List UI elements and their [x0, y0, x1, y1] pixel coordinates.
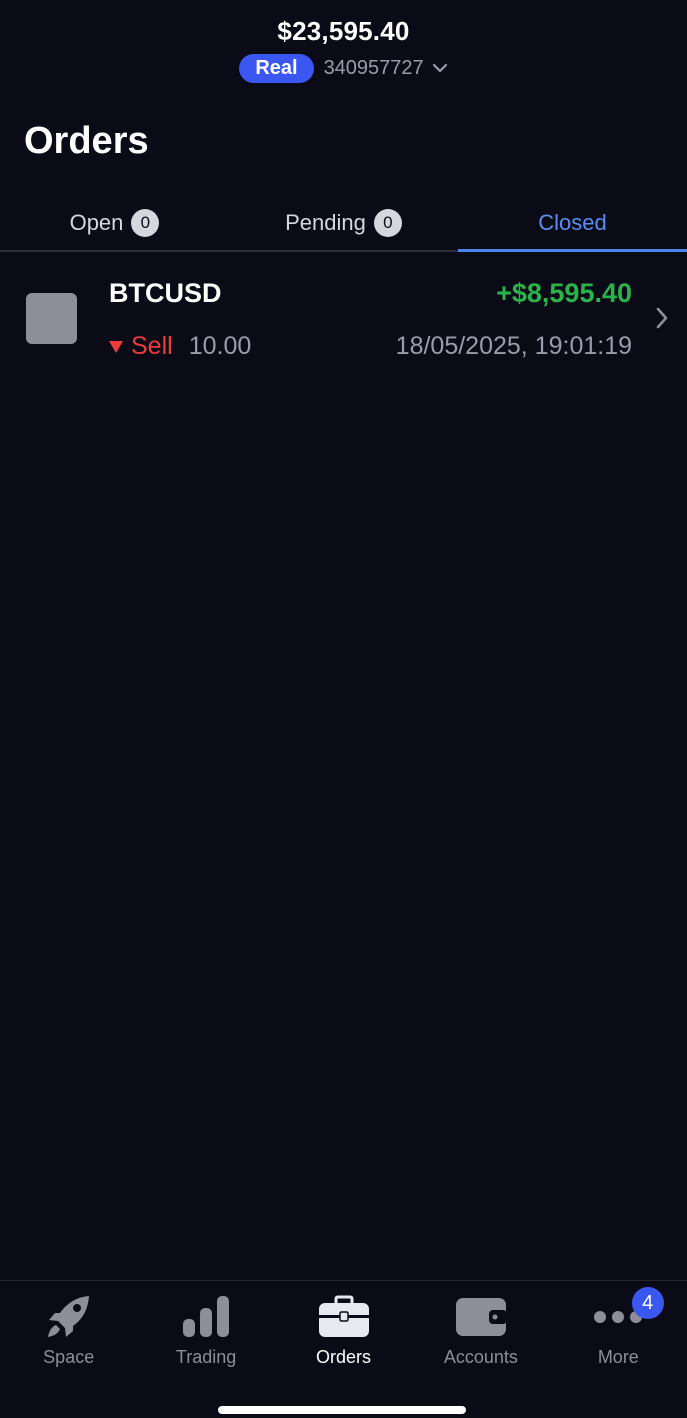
nav-label-more: More: [597, 1347, 639, 1367]
nav-item-trading[interactable]: Trading: [137, 1281, 274, 1418]
account-type-badge[interactable]: Real: [239, 53, 314, 83]
wallet-icon: [453, 1293, 509, 1341]
briefcase-icon: [316, 1293, 372, 1341]
order-side-volume: Sell 10.00: [109, 332, 251, 361]
account-balance: $23,595.40: [277, 16, 410, 46]
order-volume: 10.00: [188, 332, 252, 360]
nav-item-orders[interactable]: Orders: [275, 1281, 412, 1418]
tab-pending-count-badge: 0: [373, 209, 402, 237]
rocket-icon: [41, 1293, 97, 1341]
bar-chart-icon: [178, 1293, 234, 1341]
tab-pending[interactable]: Pending 0: [229, 196, 458, 250]
tab-open-label: Open: [69, 210, 124, 235]
nav-item-space[interactable]: Space: [0, 1281, 137, 1418]
account-switcher[interactable]: 340957727: [324, 57, 448, 80]
sell-down-triangle-icon: [109, 340, 123, 353]
more-notification-badge: 4: [631, 1287, 664, 1319]
bottom-navigation: Space Trading Orders Accounts More 4: [0, 1280, 687, 1418]
nav-label-orders: Orders: [316, 1347, 372, 1367]
tab-open[interactable]: Open 0: [0, 196, 229, 250]
nav-item-more[interactable]: More 4: [550, 1281, 687, 1418]
symbol-icon: [26, 293, 77, 344]
order-profit: +$8,595.40: [496, 278, 632, 308]
nav-label-space: Space: [43, 1347, 95, 1367]
nav-label-trading: Trading: [175, 1347, 237, 1367]
closed-order-row[interactable]: BTCUSD +$8,595.40 Sell 10.00 18/05/2025,…: [0, 266, 687, 372]
order-symbol: BTCUSD: [109, 278, 222, 308]
home-indicator: [218, 1406, 466, 1414]
page-title: Orders: [24, 120, 149, 162]
order-tabs: Open 0 Pending 0 Closed: [0, 196, 687, 252]
nav-label-accounts: Accounts: [443, 1347, 518, 1367]
tab-closed[interactable]: Closed: [458, 196, 687, 252]
account-number: 340957727: [323, 56, 424, 79]
chevron-right-icon: [656, 307, 668, 329]
nav-item-accounts[interactable]: Accounts: [412, 1281, 549, 1418]
tab-open-count-badge: 0: [131, 209, 160, 237]
chevron-down-icon: [432, 63, 447, 73]
order-side: Sell: [131, 332, 173, 360]
order-close-time: 18/05/2025, 19:01:19: [395, 332, 632, 360]
tab-closed-label: Closed: [538, 210, 607, 235]
orders-screen: $23,595.40 Real 340957727 Orders Open 0 …: [0, 0, 687, 1418]
tab-pending-label: Pending: [285, 210, 366, 235]
account-selector-row: Real 340957727: [0, 53, 687, 83]
